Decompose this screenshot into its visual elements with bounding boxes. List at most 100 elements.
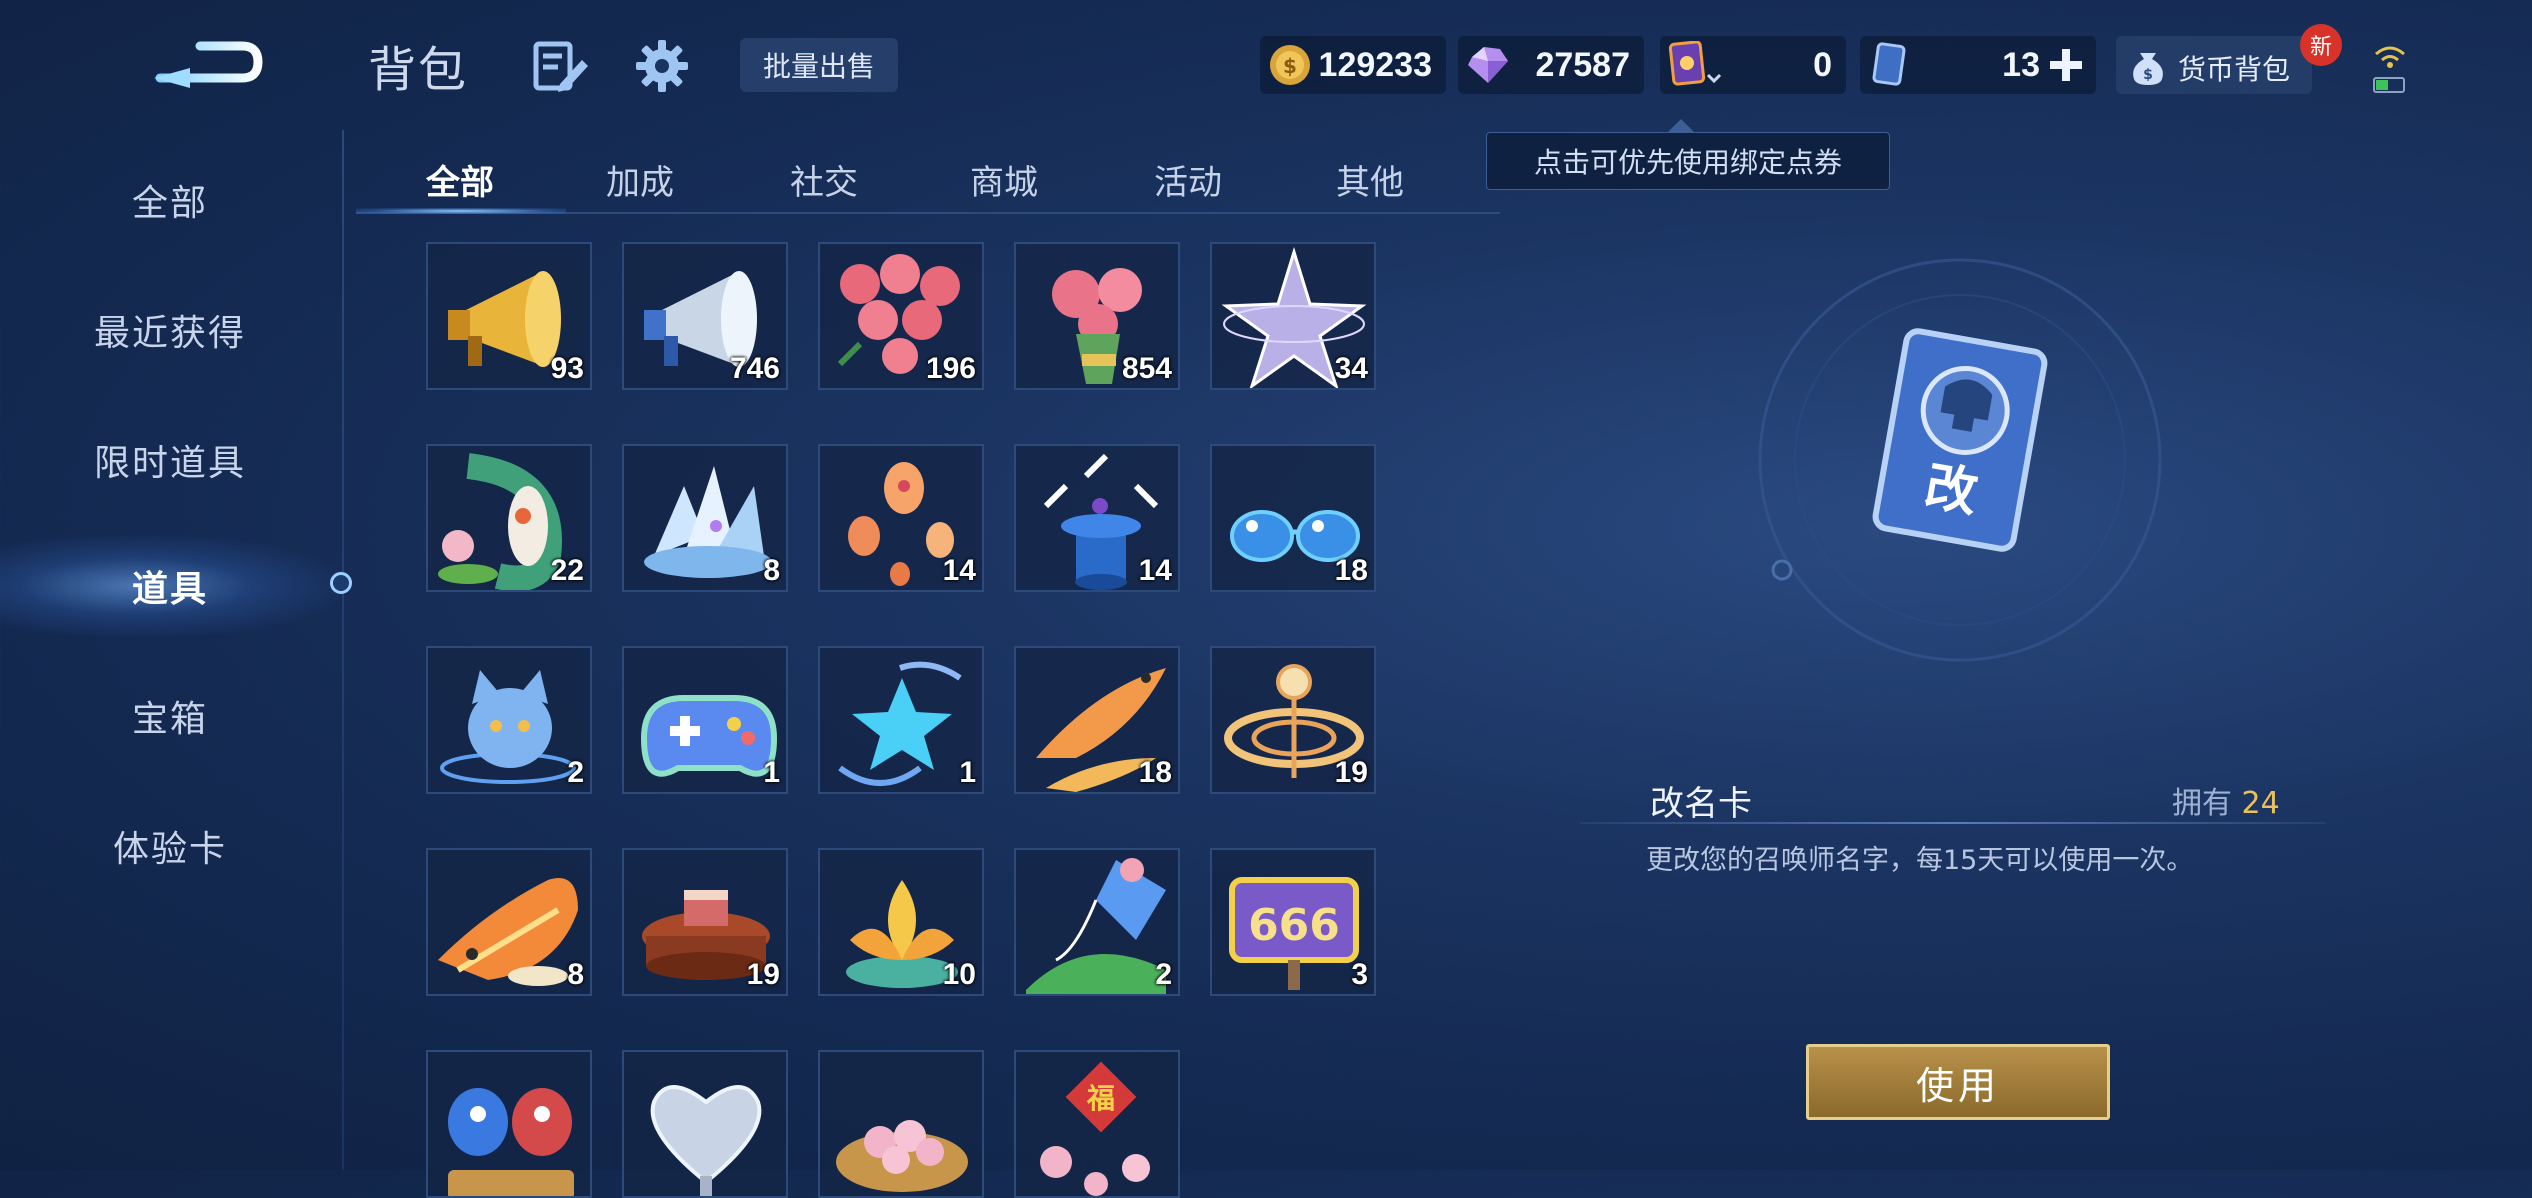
silver-heart-icon [650, 1085, 762, 1196]
voucher-card-icon [1668, 41, 1722, 86]
money-bag-icon: $ [2133, 53, 2163, 85]
svg-text:福: 福 [1086, 1082, 1115, 1115]
svg-text:666: 666 [1248, 900, 1340, 951]
card-char: 改 [1920, 456, 1982, 524]
item-slot[interactable]: 19 [1210, 646, 1376, 794]
tab-store[interactable]: 商城 [970, 155, 1038, 204]
plus-icon[interactable] [2048, 47, 2084, 83]
item-count: 2 [1155, 958, 1172, 991]
sidebar-item-limited[interactable]: 限时道具 [0, 410, 340, 510]
item-slot[interactable]: 8 [622, 444, 788, 592]
item-preview: 改 [1740, 240, 2180, 680]
item-count: 18 [1138, 756, 1172, 789]
item-slot[interactable]: 1 [622, 646, 788, 794]
item-count: 196 [925, 352, 976, 385]
sidebar-item-chests[interactable]: 宝箱 [0, 666, 340, 766]
item-count: 34 [1334, 352, 1368, 385]
ticket-currency[interactable]: 13 [1860, 36, 2096, 94]
item-slot[interactable]: 22 [426, 444, 592, 592]
tab-boost[interactable]: 加成 [606, 155, 674, 204]
item-slot[interactable]: 14 [1014, 444, 1180, 592]
item-count: 14 [942, 554, 976, 587]
svg-text:$: $ [2143, 67, 2153, 83]
item-slot[interactable]: 2 [426, 646, 592, 794]
back-button[interactable] [150, 28, 270, 98]
item-count: 19 [1334, 756, 1368, 789]
wifi-battery-icon [2373, 46, 2405, 93]
sakura-plate-icon [836, 1120, 968, 1192]
voucher-tooltip: 点击可优先使用绑定点券 [1486, 119, 1890, 190]
item-count: 2 [567, 756, 584, 789]
gold-amount: 129233 [1318, 45, 1432, 84]
item-slot[interactable]: 10 [818, 848, 984, 996]
item-slot[interactable]: 19 [622, 848, 788, 996]
item-slot[interactable]: 18 [1210, 444, 1376, 592]
item-count: 8 [763, 554, 780, 587]
settings-button[interactable] [632, 36, 692, 96]
page-title: 背包 [368, 42, 469, 98]
status-indicator [2370, 38, 2410, 96]
item-slot[interactable] [426, 1050, 592, 1198]
new-badge: 新 [2300, 24, 2342, 66]
rename-card-icon: 改 [1758, 258, 2162, 662]
voucher-amount: 0 [1813, 45, 1832, 84]
item-slot[interactable] [622, 1050, 788, 1198]
diamond-currency: 27587 [1458, 36, 1644, 94]
item-slot[interactable]: 1 [818, 646, 984, 794]
sidebar-item-recent[interactable]: 最近获得 [0, 280, 340, 380]
back-arrow-icon [154, 41, 263, 88]
ticket-amount: 13 [2002, 45, 2040, 84]
currency-wallet-button[interactable]: $ 货币背包 [2116, 36, 2312, 94]
item-slot[interactable]: 8 [426, 848, 592, 996]
item-slot[interactable]: 746 [622, 242, 788, 390]
item-count: 22 [550, 554, 584, 587]
svg-text:$: $ [1283, 54, 1297, 78]
detail-divider [1580, 822, 2326, 824]
item-slot[interactable]: 34 [1210, 242, 1376, 390]
sidebar-item-props[interactable]: 道具 [0, 536, 340, 636]
gear-icon [636, 40, 688, 92]
diamond-icon [1468, 47, 1508, 83]
tab-social[interactable]: 社交 [790, 155, 858, 204]
tab-other[interactable]: 其他 [1336, 155, 1404, 204]
gold-currency: $ 129233 [1260, 36, 1446, 94]
item-slot[interactable]: 666 3 [1210, 848, 1376, 996]
item-count: 854 [1121, 352, 1172, 385]
item-count: 746 [729, 352, 780, 385]
diamond-amount: 27587 [1535, 45, 1630, 84]
edit-button[interactable] [530, 36, 590, 96]
item-owned: 拥有 24 [2172, 778, 2280, 822]
bulk-sell-button[interactable]: 批量出售 [740, 38, 898, 92]
item-slot[interactable]: 福 [1014, 1050, 1180, 1198]
voucher-currency[interactable]: 0 [1660, 36, 1846, 94]
tab-events[interactable]: 活动 [1154, 155, 1222, 204]
item-count: 8 [567, 958, 584, 991]
item-count: 10 [942, 958, 976, 991]
item-slot[interactable]: 14 [818, 444, 984, 592]
item-count: 93 [550, 352, 584, 385]
item-description: 更改您的召唤师名字，每15天可以使用一次。 [1646, 845, 2194, 876]
edit-list-icon [533, 41, 588, 92]
item-slot[interactable]: 93 [426, 242, 592, 390]
bird-couple-icon [448, 1088, 574, 1196]
item-count: 3 [1351, 958, 1368, 991]
sidebar-divider [342, 130, 344, 1170]
owned-count: 24 [2241, 786, 2280, 821]
item-slot[interactable] [818, 1050, 984, 1198]
sidebar-item-trial-cards[interactable]: 体验卡 [0, 796, 340, 896]
item-slot[interactable]: 854 [1014, 242, 1180, 390]
item-slot[interactable]: 196 [818, 242, 984, 390]
wallet-label: 货币背包 [2178, 53, 2291, 86]
use-button[interactable]: 使用 [1806, 1044, 2110, 1120]
item-count: 19 [746, 958, 780, 991]
item-count: 18 [1334, 554, 1368, 587]
item-count: 1 [763, 756, 780, 789]
item-slot[interactable]: 2 [1014, 848, 1180, 996]
item-count: 1 [959, 756, 976, 789]
sidebar-active-dot [330, 572, 352, 594]
item-slot[interactable]: 18 [1014, 646, 1180, 794]
sidebar-item-all[interactable]: 全部 [0, 150, 340, 250]
gold-coin-icon: $ [1270, 45, 1310, 85]
tab-all[interactable]: 全部 [426, 155, 494, 204]
tab-active-indicator [356, 208, 566, 214]
